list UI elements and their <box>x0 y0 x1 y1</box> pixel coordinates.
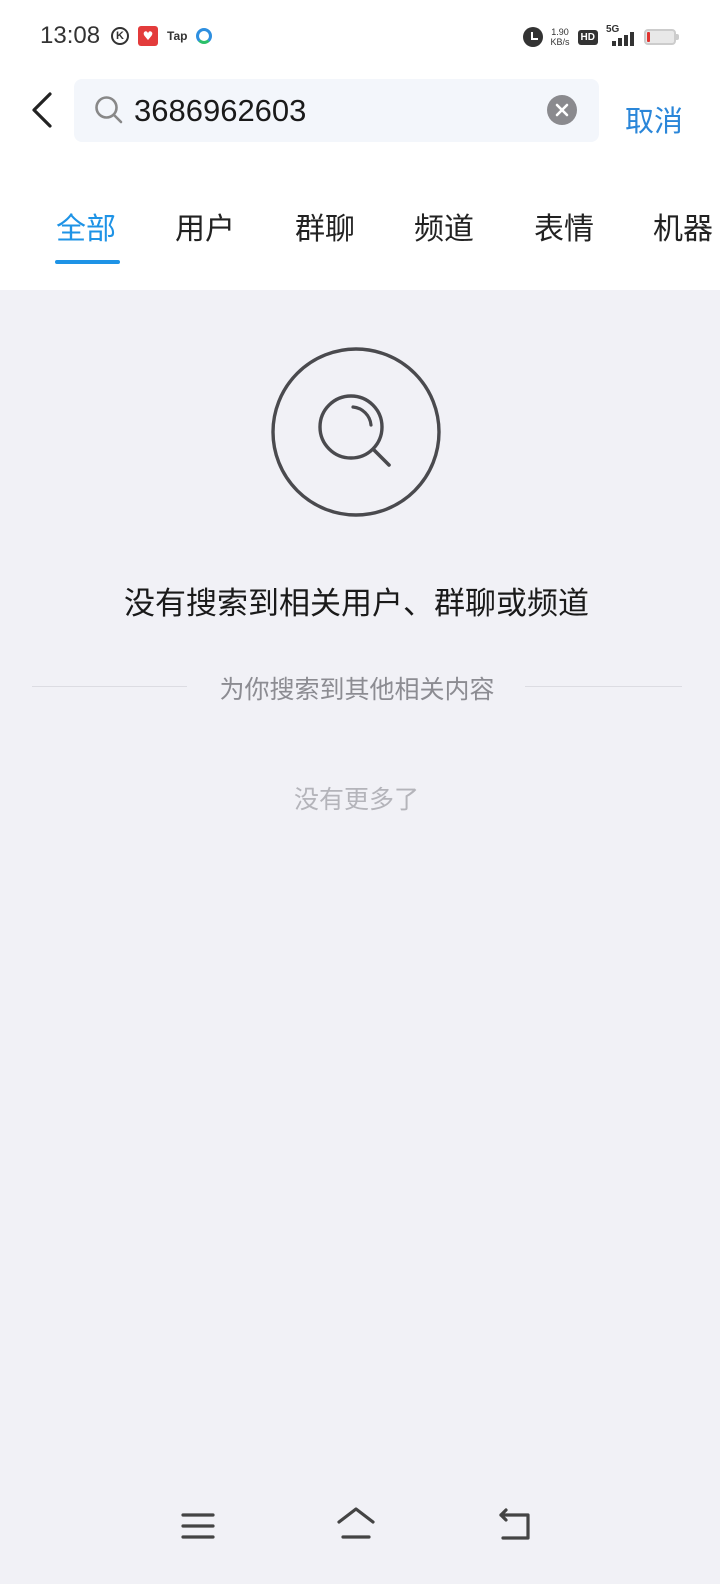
tap-app-icon: Tap <box>167 29 188 43</box>
net-speed-value: 1.90 <box>551 27 569 37</box>
related-divider: 为你搜索到其他相关内容 <box>32 670 682 704</box>
tab-users[interactable]: 用户 <box>175 204 235 248</box>
active-tab-indicator <box>55 260 120 264</box>
tab-all[interactable]: 全部 <box>56 204 116 248</box>
tab-stickers[interactable]: 表情 <box>534 204 594 248</box>
back-icon[interactable] <box>497 1507 533 1543</box>
empty-title: 没有搜索到相关用户、群聊或频道 <box>124 586 589 622</box>
menu-icon[interactable] <box>180 1510 216 1542</box>
alarm-icon <box>522 27 543 47</box>
tab-groups[interactable]: 群聊 <box>295 204 355 248</box>
back-arrow-icon[interactable] <box>28 88 68 132</box>
tab-robots[interactable]: 机器 <box>653 204 713 248</box>
net-speed: 1.90 KB/s <box>551 27 570 47</box>
signal-icon: 5G <box>606 24 636 48</box>
empty-search-icon <box>271 347 441 517</box>
k-app-icon: K <box>111 27 129 45</box>
home-icon[interactable] <box>336 1505 376 1543</box>
blue-app-icon <box>196 28 213 44</box>
network-type: 5G <box>606 24 620 35</box>
related-divider-label: 为你搜索到其他相关内容 <box>203 675 511 704</box>
no-more-label: 没有更多了 <box>293 785 419 814</box>
cancel-button[interactable]: 取消 <box>625 98 683 140</box>
status-time: 13:08 <box>40 22 101 49</box>
net-speed-unit: KB/s <box>550 37 570 47</box>
status-app-icons: K ♥ Tap <box>111 26 213 46</box>
hd-icon: HD <box>577 29 598 45</box>
search-box[interactable] <box>74 79 599 142</box>
search-icon <box>95 96 123 124</box>
search-input[interactable] <box>134 87 534 135</box>
tab-channels[interactable]: 频道 <box>414 204 474 248</box>
search-tabs: 全部 用户 群聊 频道 表情 机器 <box>0 204 720 284</box>
battery-icon <box>644 29 679 45</box>
red-app-icon: ♥ <box>138 26 158 46</box>
clear-icon[interactable] <box>547 95 577 125</box>
status-system-icons: 1.90 KB/s HD 5G <box>522 24 679 48</box>
